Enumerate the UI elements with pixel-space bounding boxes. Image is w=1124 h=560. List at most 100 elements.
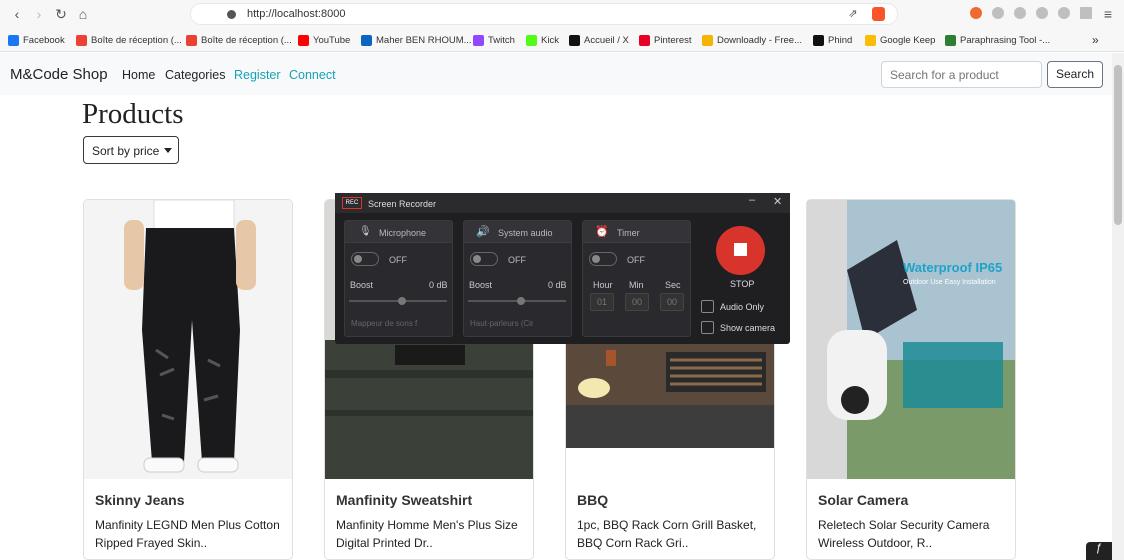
brave-shield-icon[interactable]: [872, 7, 885, 21]
browser-chrome: ‹ › ↻ ⌂ ❏ http://localhost:8000 ⇗ ≡ Face…: [0, 0, 1124, 52]
site-navbar: M&Code Shop Home Categories Register Con…: [0, 53, 1112, 95]
timer-label: Timer: [617, 228, 640, 238]
bookmark-item[interactable]: Pinterest: [639, 32, 692, 48]
bookmark-item[interactable]: Downloadly - Free...: [702, 32, 802, 48]
product-title[interactable]: Solar Camera: [818, 492, 908, 508]
puzzle-icon[interactable]: [1058, 7, 1070, 19]
search-button[interactable]: Search: [1047, 61, 1103, 88]
site-brand[interactable]: M&Code Shop: [10, 66, 108, 83]
page-title: Products: [82, 98, 184, 130]
bookmark-item[interactable]: Maher BEN RHOUM...: [361, 32, 472, 48]
bookmark-item[interactable]: Twitch: [473, 32, 515, 48]
bookmark-label: Maher BEN RHOUM...: [376, 34, 472, 46]
product-title[interactable]: Manfinity Sweatshirt: [336, 492, 472, 508]
product-description: Reletech Solar Security Camera Wireless …: [818, 518, 990, 550]
microphone-device-select[interactable]: Mappeur de sons f: [351, 319, 417, 328]
nav-connect[interactable]: Connect: [289, 68, 336, 82]
bookmark-item[interactable]: Boîte de réception (...: [186, 32, 292, 48]
bookmark-label: Downloadly - Free...: [717, 34, 803, 46]
address-bar[interactable]: http://localhost:8000: [190, 3, 898, 25]
forward-icon[interactable]: ›: [30, 5, 48, 23]
bookmark-label: Paraphrasing Tool -...: [960, 34, 1051, 46]
recorder-titlebar[interactable]: REC Screen Recorder – ✕: [335, 193, 790, 213]
bookmark-item[interactable]: YouTube: [298, 32, 350, 48]
product-description: 1pc, BBQ Rack Corn Grill Basket, BBQ Cor…: [577, 518, 757, 550]
system-audio-boost-slider[interactable]: [468, 297, 566, 305]
caret-down-icon: [164, 148, 172, 153]
timer-hour-label: Hour: [593, 280, 613, 290]
nav-categories[interactable]: Categories: [165, 68, 225, 82]
screen-recorder-window: REC Screen Recorder – ✕ 🎙 Microphone OFF …: [335, 193, 790, 344]
nav-register[interactable]: Register: [234, 68, 281, 82]
timer-sec-input[interactable]: 00: [660, 293, 684, 311]
show-camera-checkbox[interactable]: [701, 321, 714, 334]
reload-icon[interactable]: ↻: [52, 5, 70, 23]
bookmark-favicon-icon: [186, 34, 197, 46]
page-scrollbar[interactable]: [1112, 53, 1124, 560]
camera-banner: Waterproof IP65: [903, 260, 1002, 275]
symfony-toolbar-icon[interactable]: ƒ: [1086, 542, 1112, 560]
system-audio-toggle[interactable]: [470, 252, 498, 266]
minimize-icon[interactable]: –: [749, 194, 755, 206]
timer-toggle[interactable]: [589, 252, 617, 266]
recorder-title: Screen Recorder: [368, 199, 437, 209]
product-card[interactable]: Waterproof IP65 Outdoor Use Easy Install…: [806, 199, 1016, 560]
bookmark-label: Accueil / X: [584, 34, 629, 46]
camera-banner-sub: Outdoor Use Easy Installation: [903, 279, 996, 286]
menu-icon[interactable]: ≡: [1099, 5, 1117, 23]
close-icon[interactable]: ✕: [773, 195, 782, 208]
microphone-db: 0 dB: [429, 280, 448, 290]
timer-min-input[interactable]: 00: [625, 293, 649, 311]
url-text: http://localhost:8000: [247, 8, 346, 20]
bookmark-favicon-icon: [526, 34, 537, 46]
bookmark-favicon-icon: [865, 34, 876, 46]
stop-button[interactable]: [716, 226, 765, 275]
blocked-icon[interactable]: [992, 7, 1004, 19]
product-description: Manfinity Homme Men's Plus Size Digital …: [336, 518, 518, 550]
system-audio-state: OFF: [508, 255, 526, 265]
bookmark-item[interactable]: Google Keep: [865, 32, 935, 48]
system-audio-boost-label: Boost: [469, 280, 493, 290]
product-description: Manfinity LEGND Men Plus Cotton Ripped F…: [95, 518, 280, 550]
bookmarks-more-icon[interactable]: »: [1092, 32, 1099, 48]
timer-panel: ⏰ Timer OFF Hour Min Sec 01 00 00: [582, 220, 691, 337]
extension-icon[interactable]: [970, 7, 982, 19]
bookmark-label: Boîte de réception (...: [201, 34, 292, 46]
microphone-label: Microphone: [379, 228, 427, 238]
product-card[interactable]: Skinny Jeans Manfinity LEGND Men Plus Co…: [83, 199, 293, 560]
bookmark-item[interactable]: Kick: [526, 32, 559, 48]
bookmark-item[interactable]: Boîte de réception (...: [76, 32, 182, 48]
system-audio-db: 0 dB: [548, 280, 567, 290]
microphone-panel: 🎙 Microphone OFF Boost 0 dB Mappeur de so…: [344, 220, 453, 337]
site-info-icon[interactable]: [227, 10, 236, 19]
bookmark-label: Google Keep: [880, 34, 936, 46]
bookmark-label: Pinterest: [654, 34, 692, 46]
search-input[interactable]: [881, 61, 1042, 88]
product-image-solar-camera: Waterproof IP65 Outdoor Use Easy Install…: [807, 200, 1015, 479]
system-audio-device-select[interactable]: Haut-parleurs (Cir: [470, 319, 534, 328]
bookmark-favicon-icon: [569, 34, 580, 46]
timer-hour-input[interactable]: 01: [590, 293, 614, 311]
alarm-clock-icon: ⏰: [595, 226, 609, 238]
bookmark-favicon-icon: [473, 34, 484, 46]
share-icon[interactable]: ⇗: [844, 5, 862, 23]
product-title[interactable]: BBQ: [577, 492, 608, 508]
home-icon[interactable]: ⌂: [74, 5, 92, 23]
bookmark-item[interactable]: Paraphrasing Tool -...: [945, 32, 1050, 48]
bookmark-item[interactable]: Facebook: [8, 32, 65, 48]
sidebar-icon[interactable]: [1080, 7, 1092, 19]
product-title[interactable]: Skinny Jeans: [95, 492, 185, 508]
bookmark-item[interactable]: Accueil / X: [569, 32, 629, 48]
bookmark-favicon-icon: [76, 34, 87, 46]
bookmark-favicon-icon: [361, 34, 372, 46]
scrollbar-thumb[interactable]: [1114, 65, 1122, 225]
nav-home[interactable]: Home: [122, 68, 155, 82]
audio-only-checkbox[interactable]: [701, 300, 714, 313]
back-icon[interactable]: ‹: [8, 5, 26, 23]
bookmark-item[interactable]: Phind: [813, 32, 852, 48]
profile-icon[interactable]: [1036, 7, 1048, 19]
sort-dropdown[interactable]: Sort by price: [83, 136, 179, 164]
microphone-boost-slider[interactable]: [349, 297, 447, 305]
microphone-toggle[interactable]: [351, 252, 379, 266]
camera-icon[interactable]: [1014, 7, 1026, 19]
